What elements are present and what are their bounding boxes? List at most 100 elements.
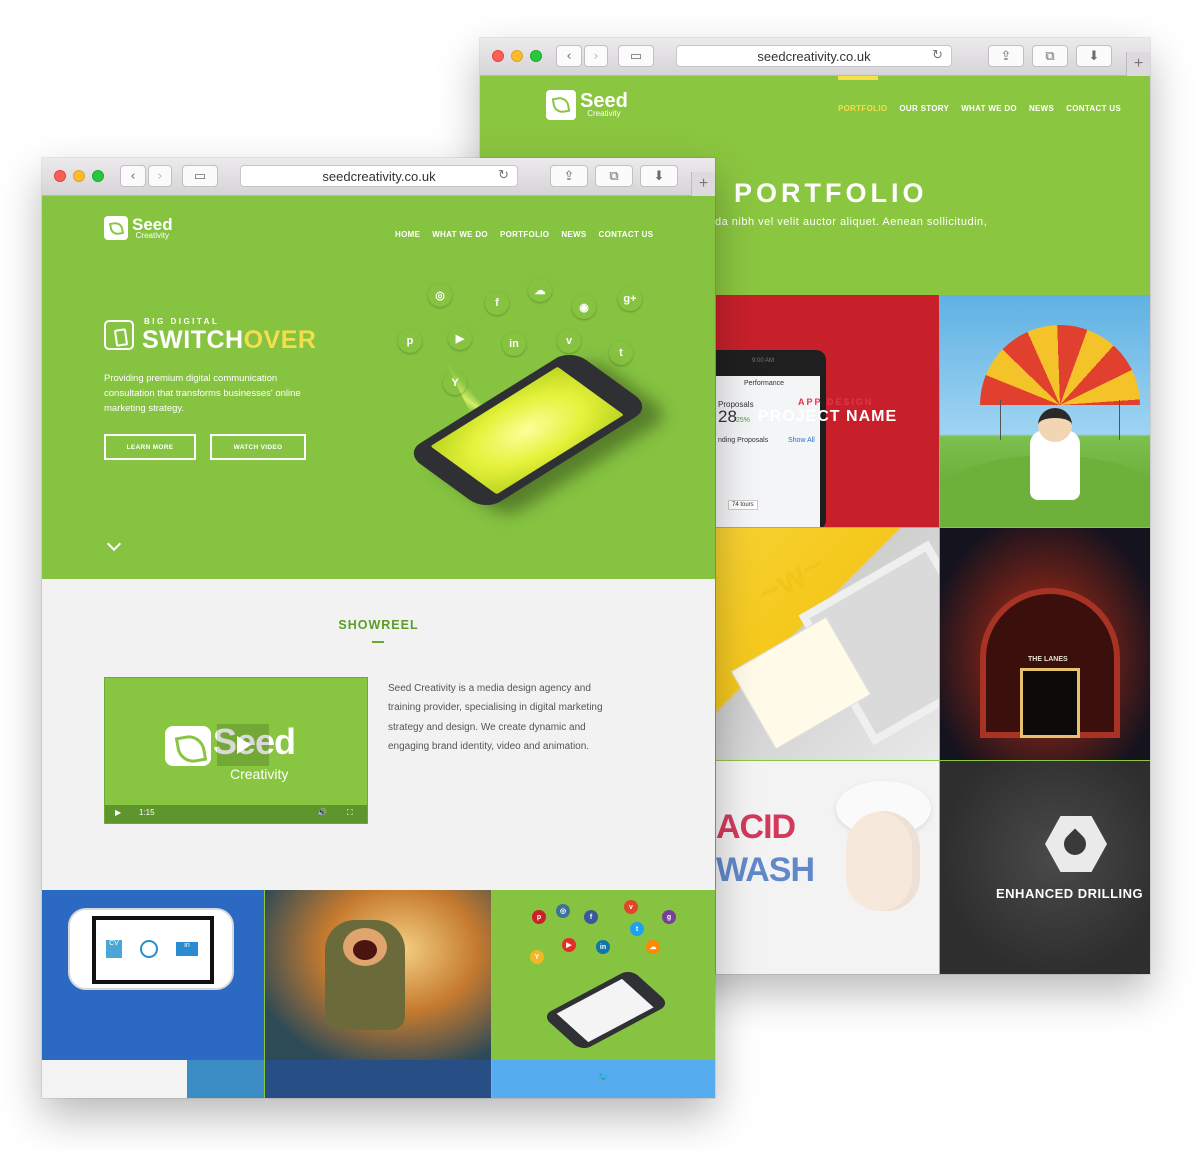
downloads-button[interactable]: ⬇ — [640, 165, 678, 187]
nav-home[interactable]: HOME — [395, 230, 420, 239]
portfolio-tile-venue[interactable]: THE LANES — [940, 528, 1150, 760]
tile-iphone-app[interactable]: CV in — [42, 890, 264, 1060]
circle-app-icon — [140, 940, 158, 958]
reload-icon[interactable]: ↻ — [932, 48, 943, 63]
logo-tagline: Creativity — [135, 231, 169, 241]
nav-what-we-do[interactable]: WHAT WE DO — [961, 104, 1017, 113]
tile-paratrooper[interactable] — [265, 890, 491, 1060]
magazine-headline-1: ACID — [716, 808, 796, 846]
nav-what-we-do[interactable]: WHAT WE DO — [432, 230, 488, 239]
nav-our-story[interactable]: OUR STORY — [899, 104, 949, 113]
learn-more-button[interactable]: LEARN MORE — [104, 434, 196, 460]
youtube-icon: ▶ — [562, 938, 576, 952]
forward-button[interactable]: › — [584, 45, 608, 67]
address-bar[interactable]: seedcreativity.co.uk ↻ — [240, 165, 518, 187]
minimize-window-button[interactable] — [73, 170, 85, 182]
tile-blue-graphic[interactable] — [187, 1060, 264, 1098]
sidebar-icon: ▭ — [629, 48, 643, 64]
share-button[interactable]: ⇪ — [988, 45, 1024, 67]
volume-icon[interactable]: 🔊 — [317, 808, 327, 817]
showreel-section: SHOWREEL Seed Creativity ▶ 1:15 🔊 ⛶ Seed… — [42, 579, 715, 890]
watch-video-button[interactable]: WATCH VIDEO — [210, 434, 306, 460]
showreel-title: SHOWREEL — [338, 618, 419, 632]
new-tab-button[interactable]: + — [1126, 52, 1150, 76]
iphone-mockup: CV in — [68, 908, 234, 990]
downloads-button[interactable]: ⬇ — [1076, 45, 1112, 67]
play-small-icon[interactable]: ▶ — [115, 808, 121, 817]
nav-contact-us[interactable]: CONTACT US — [599, 230, 654, 239]
site-logo[interactable]: Seed Creativity — [104, 216, 173, 240]
download-icon: ⬇ — [653, 168, 665, 184]
fullscreen-icon[interactable]: ⛶ — [347, 808, 353, 818]
linkedin-icon: in — [596, 940, 610, 954]
address-bar[interactable]: seedcreativity.co.uk ↻ — [676, 45, 952, 67]
nav-contact-us[interactable]: CONTACT US — [1066, 104, 1121, 113]
portfolio-tile-app-design[interactable]: 9:00 AM Performance Proposals 28 25% ndi… — [716, 295, 939, 527]
pinterest-icon: p — [532, 910, 546, 924]
tablet-tours-chip: 74 tours — [728, 500, 758, 510]
close-window-button[interactable] — [54, 170, 66, 182]
hero-section: Seed Creativity HOME WHAT WE DO PORTFOLI… — [42, 196, 715, 579]
tabs-button[interactable]: ⧉ — [595, 165, 633, 187]
portfolio-tile-magazine[interactable]: ACID WASH — [716, 761, 939, 974]
share-icon: ⇪ — [563, 168, 575, 184]
hero-copy: Providing premium digital communication … — [104, 373, 301, 414]
plus-icon: + — [698, 175, 709, 192]
nav-news[interactable]: NEWS — [561, 230, 586, 239]
new-tab-button[interactable]: + — [691, 172, 715, 196]
back-button[interactable]: ‹ — [120, 165, 146, 187]
facebook-icon: f — [485, 291, 509, 315]
seed-logo-icon — [165, 726, 211, 766]
building-door — [1020, 668, 1080, 738]
sidebar-button[interactable]: ▭ — [618, 45, 654, 67]
browser-toolbar: ‹ › ▭ seedcreativity.co.uk ↻ ⇪ ⧉ ⬇ + — [480, 38, 1150, 76]
site-logo[interactable]: Seed Creativity — [546, 90, 628, 120]
portfolio-tile-business-cards[interactable]: ~w~ — [716, 528, 939, 760]
minimize-window-button[interactable] — [511, 50, 523, 62]
pinterest-icon: p — [398, 329, 422, 353]
tablet-show-all-link: Show All — [788, 437, 815, 444]
tile-twitter-feed[interactable]: 🐦 — [492, 1060, 715, 1098]
play-icon[interactable] — [217, 724, 269, 766]
venue-sign: THE LANES — [1028, 656, 1068, 663]
chevron-left-icon: ‹ — [566, 48, 572, 64]
main-nav: PORTFOLIO OUR STORY WHAT WE DO NEWS CONT… — [838, 104, 1121, 113]
back-button[interactable]: ‹ — [556, 45, 582, 67]
nav-portfolio[interactable]: PORTFOLIO — [500, 230, 549, 239]
zoom-window-button[interactable] — [530, 50, 542, 62]
tile-social-network[interactable]: p ◎ f v g ▶ in t ☁ Y — [492, 890, 715, 1060]
tile-bookshelf[interactable] — [42, 1060, 187, 1098]
tablet-change: 25% — [736, 417, 751, 424]
tile-illustration[interactable] — [265, 1060, 491, 1098]
showreel-video-player[interactable]: Seed Creativity ▶ 1:15 🔊 ⛶ — [104, 677, 368, 824]
tablet-pending-label: nding Proposals — [718, 437, 769, 444]
tabs-button[interactable]: ⧉ — [1032, 45, 1068, 67]
portfolio-tile-parachute[interactable] — [940, 295, 1150, 527]
tablet-time: 9:00 AM — [752, 358, 775, 364]
share-button[interactable]: ⇪ — [550, 165, 588, 187]
soundcloud-icon: ☁ — [646, 940, 660, 954]
tabs-icon: ⧉ — [609, 168, 619, 184]
portfolio-tile-enhanced-drilling[interactable]: ENHANCED DRILLING — [940, 761, 1150, 974]
work-tiles: CV in p ◎ f v g ▶ in t ☁ Y 🐦 — [42, 890, 715, 1098]
nav-portfolio[interactable]: PORTFOLIO — [838, 104, 887, 113]
url-text: seedcreativity.co.uk — [757, 48, 871, 64]
reload-icon[interactable]: ↻ — [498, 168, 509, 183]
seed-logo-icon — [546, 90, 576, 120]
video-time: 1:15 — [139, 808, 155, 817]
zoom-window-button[interactable] — [92, 170, 104, 182]
share-icon: ⇪ — [1000, 48, 1012, 64]
magazine-headline-2: WASH — [716, 851, 815, 889]
chevron-down-icon[interactable] — [106, 536, 122, 552]
forward-button[interactable]: › — [148, 165, 172, 187]
close-window-button[interactable] — [492, 50, 504, 62]
sidebar-button[interactable]: ▭ — [182, 165, 218, 187]
twitter-bird-icon: 🐦 — [597, 1072, 610, 1083]
phone-outline-icon — [104, 320, 134, 350]
parachute-illustration — [980, 325, 1140, 405]
nav-news[interactable]: NEWS — [1029, 104, 1054, 113]
instagram-icon: ◎ — [428, 283, 452, 307]
showreel-description: Seed Creativity is a media design agency… — [388, 683, 603, 752]
main-nav: HOME WHAT WE DO PORTFOLIO NEWS CONTACT U… — [395, 230, 653, 239]
chevron-right-icon: › — [593, 48, 599, 64]
